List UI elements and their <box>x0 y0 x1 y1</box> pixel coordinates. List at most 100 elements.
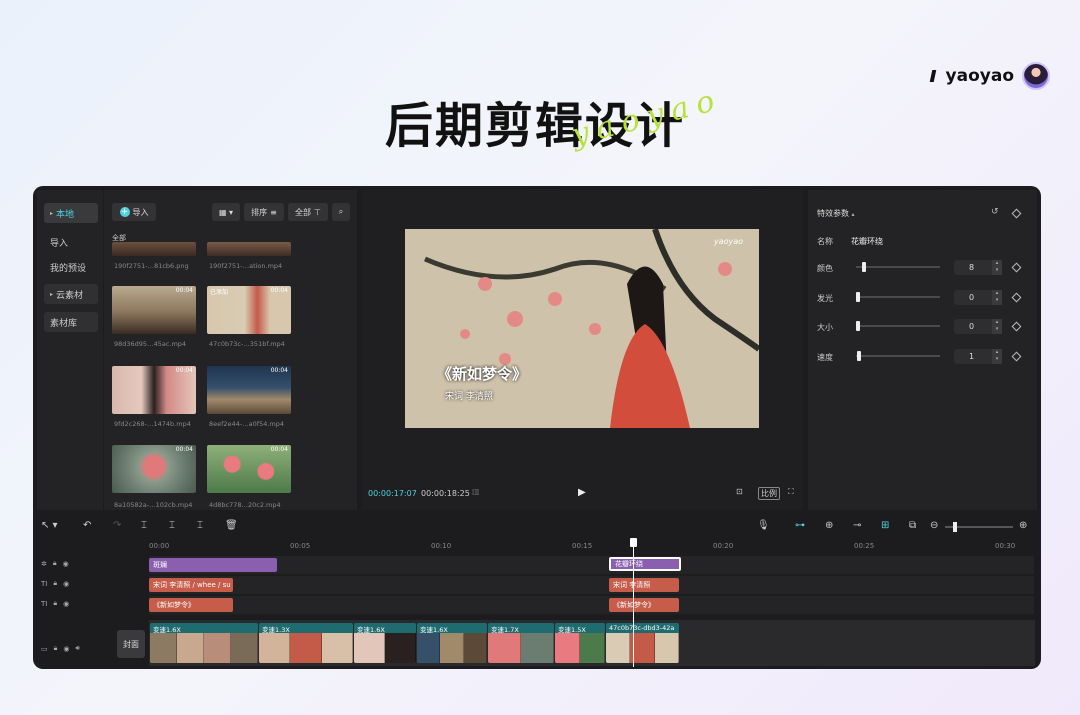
media-filename: 190f2751-…ation.mp4 <box>209 262 283 270</box>
color-slider[interactable] <box>856 262 940 272</box>
slider-knob[interactable] <box>857 351 861 361</box>
redo-icon[interactable]: ↷ <box>113 520 121 531</box>
chain-icon[interactable]: ⊸ <box>853 520 861 531</box>
speed-slider[interactable] <box>856 351 940 361</box>
keyframe-icon[interactable] <box>1011 292 1022 303</box>
video-icon: ▭ <box>41 644 48 653</box>
preview-frame[interactable]: yaoyao 《新如梦令》 宋词 李清照 <box>405 229 759 428</box>
media-thumb[interactable]: 00:04 <box>112 286 196 334</box>
speed-value[interactable]: 1 ▴ ▾ <box>954 349 1002 364</box>
media-thumb[interactable] <box>207 242 291 256</box>
effect-track-controls: ✲ 🔒︎ ◉ <box>41 559 69 568</box>
eye-icon[interactable]: ◉ <box>63 560 69 568</box>
effect-clip[interactable]: 斑斓 <box>149 558 277 572</box>
nav-item-library[interactable]: 素材库 <box>44 312 98 332</box>
preview-panel: yaoyao 《新如梦令》 宋词 李清照 00:00:17:07 00:00:1… <box>362 190 803 510</box>
video-clip[interactable]: 变速1.6X <box>417 623 487 663</box>
keyframe-icon[interactable] <box>1011 208 1022 219</box>
reset-icon[interactable]: ↺ <box>991 207 999 217</box>
view-toggle-button[interactable]: ▦ ▾ <box>212 203 240 221</box>
text-clip[interactable]: 宋词 李清照 <box>609 578 679 592</box>
eye-icon[interactable]: ◉ <box>63 580 69 588</box>
media-thumb[interactable]: 00:04 <box>207 366 291 414</box>
nav-item-presets[interactable]: 我的预设 <box>44 257 98 277</box>
snap-icon[interactable]: ⊶ <box>795 520 805 531</box>
lock-icon[interactable]: 🔒︎ <box>53 599 57 608</box>
select-tool-icon[interactable]: ↖ ▾ <box>41 520 58 531</box>
stepper-icon[interactable]: ▴ ▾ <box>992 260 1002 275</box>
media-thumb[interactable]: 00:04 <box>207 445 291 493</box>
captions-icon[interactable]: ⧉ <box>909 520 916 531</box>
zoom-in-icon[interactable]: ⊕ <box>1019 520 1027 531</box>
preview-axis-icon[interactable]: ⊞ <box>881 520 889 531</box>
delete-icon[interactable]: 🗑 <box>225 520 238 531</box>
stepper-icon[interactable]: ▴ ▾ <box>992 319 1002 334</box>
keyframe-icon[interactable] <box>1011 321 1022 332</box>
zoom-knob[interactable] <box>953 522 957 532</box>
text-clip[interactable]: 宋词 李清照 / whee / su <box>149 578 233 592</box>
play-button[interactable]: ▶ <box>578 487 586 498</box>
size-slider[interactable] <box>856 321 940 331</box>
media-filename: 8a10582a-…102cb.mp4 <box>114 501 193 509</box>
timecode-menu-icon[interactable]: ▥ <box>472 487 480 496</box>
media-panel: + 导入 ▦ ▾ 排序 ≡ 全部 ⊤ ⌕ 全部 190f2751-…81cb6.pn… <box>104 190 357 510</box>
collapse-icon[interactable]: ▴ <box>852 211 855 218</box>
lock-icon[interactable]: 🔒︎ <box>53 559 57 568</box>
color-value[interactable]: 8 ▴ ▾ <box>954 260 1002 275</box>
trim-left-icon[interactable]: ⌶ <box>169 520 175 531</box>
video-clip[interactable]: 变速1.6X <box>354 623 416 663</box>
media-filename: 4d8bc778…20c2.mp4 <box>209 501 281 509</box>
video-clip[interactable]: 47c0b73c-dbd3-42a <box>606 623 679 663</box>
glow-value[interactable]: 0 ▴ ▾ <box>954 290 1002 305</box>
nav-item-local[interactable]: ▸ 本地 <box>44 203 98 223</box>
video-clip[interactable]: 变速1.3X <box>259 623 353 663</box>
slider-knob[interactable] <box>862 262 866 272</box>
slider-knob[interactable] <box>856 292 860 302</box>
search-button[interactable]: ⌕ <box>332 203 350 221</box>
nav-item-cloud[interactable]: ▸ 云素材 <box>44 284 98 304</box>
cover-button[interactable]: 封面 <box>117 630 145 658</box>
eye-icon[interactable]: ◉ <box>63 600 69 608</box>
audio-icon[interactable]: 🔊︎ <box>75 644 79 653</box>
tick-label: 00:20 <box>713 542 734 550</box>
stepper-icon[interactable]: ▴ ▾ <box>992 349 1002 364</box>
zoom-out-icon[interactable]: ⊖ <box>930 520 938 531</box>
stepper-icon[interactable]: ▴ ▾ <box>992 290 1002 305</box>
fullscreen-icon[interactable]: ⛶ <box>788 487 794 497</box>
tick-label: 00:15 <box>572 542 593 550</box>
ratio-button[interactable]: 比例 <box>758 487 780 500</box>
slider-knob[interactable] <box>856 321 860 331</box>
media-thumb[interactable] <box>112 242 196 256</box>
zoom-slider[interactable] <box>945 522 1013 532</box>
media-thumb[interactable]: 00:04 <box>112 366 196 414</box>
effect-clip-selected[interactable]: 花瓣环绕 <box>609 557 681 571</box>
playhead[interactable] <box>633 541 634 667</box>
import-button[interactable]: + 导入 <box>112 203 156 221</box>
size-value[interactable]: 0 ▴ ▾ <box>954 319 1002 334</box>
keyframe-icon[interactable] <box>1011 351 1022 362</box>
sort-button[interactable]: 排序 ≡ <box>244 203 284 221</box>
lock-icon[interactable]: 🔒︎ <box>54 644 58 653</box>
glow-slider[interactable] <box>856 292 940 302</box>
keyframe-icon[interactable] <box>1011 262 1022 273</box>
link-icon[interactable]: ⊕ <box>825 520 833 531</box>
text-icon: TI <box>41 579 48 588</box>
text-clip[interactable]: 《新如梦令》 <box>609 598 679 612</box>
nav-item-import[interactable]: 导入 <box>44 232 98 252</box>
video-clip[interactable]: 变速1.5X <box>555 623 605 663</box>
eye-icon[interactable]: ◉ <box>63 645 69 653</box>
video-clip[interactable]: 变速1.6X <box>150 623 258 663</box>
avatar <box>1022 62 1050 90</box>
trim-right-icon[interactable]: ⌶ <box>197 520 203 531</box>
media-thumb[interactable]: 已添加 00:04 <box>207 286 291 334</box>
lock-icon[interactable]: 🔒︎ <box>53 579 57 588</box>
timeline-ruler[interactable]: 00:00 00:05 00:10 00:15 00:20 00:25 00:3… <box>149 539 1039 553</box>
split-icon[interactable]: ⌶ <box>141 520 147 531</box>
text-clip[interactable]: 《新如梦令》 <box>149 598 233 612</box>
undo-icon[interactable]: ↶ <box>83 520 91 531</box>
microphone-icon[interactable]: 🎙 <box>757 520 770 531</box>
fit-frame-icon[interactable]: ⊡ <box>736 487 743 496</box>
media-thumb[interactable]: 00:04 <box>112 445 196 493</box>
filter-button[interactable]: 全部 ⊤ <box>288 203 328 221</box>
video-clip[interactable]: 变速1.7X <box>488 623 554 663</box>
